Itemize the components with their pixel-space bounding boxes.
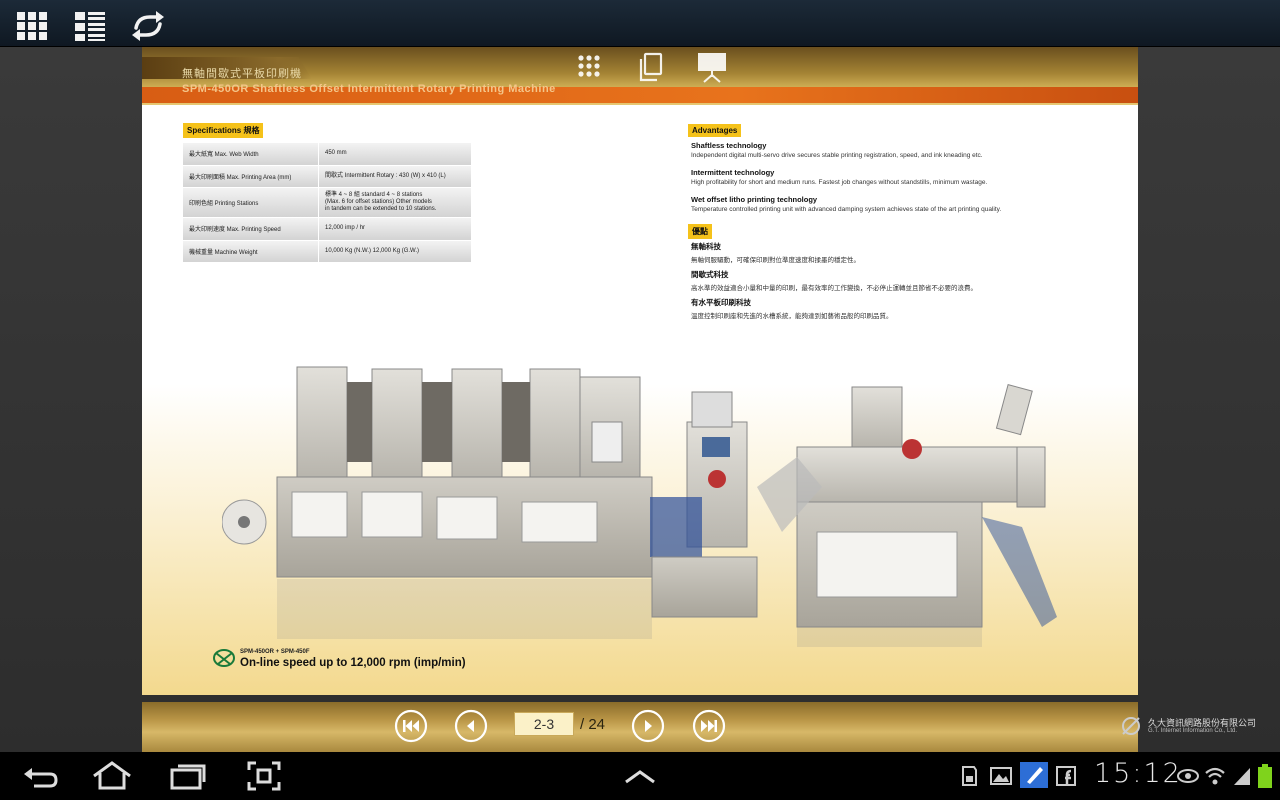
spec-key: 最大印刷速度 Max. Printing Speed xyxy=(183,218,319,240)
battery-icon xyxy=(1258,764,1272,788)
advantage-zh-desc: 無軸伺服驅動，可確保印刷對位準度速度和揉墨的穩定性。 xyxy=(691,257,860,264)
edit-notification-icon xyxy=(1020,762,1048,788)
screenshot-icon[interactable] xyxy=(246,760,282,792)
header-title-en: SPM-450OR Shaftless Offset Intermittent … xyxy=(182,83,556,95)
screen: 無軸間歇式平板印刷機 SPM-450OR Shaftless Offset In… xyxy=(0,0,1280,800)
spec-row: 最大印刷面積 Max. Printing Area (mm) 間歇式 Inter… xyxy=(183,165,471,189)
spec-value: 10,000 Kg (N.W.) 12,000 Kg (G.W.) xyxy=(325,248,420,255)
spec-key: 最大紙寬 Max. Web Width xyxy=(183,143,319,165)
recycle-logo-icon xyxy=(213,649,235,667)
advantage-heading: Shaftless technology xyxy=(691,141,767,150)
spec-row: 最大印刷速度 Max. Printing Speed 12,000 imp / … xyxy=(183,218,471,241)
spec-value: 標準 4 ~ 8 組 standard 4 ~ 8 stations (Max.… xyxy=(325,192,437,213)
printing-machine-image xyxy=(222,366,1057,647)
page-navigation-bar: 2-3 / 24 xyxy=(142,702,1138,752)
catalog-page: 無軸間歇式平板印刷機 SPM-450OR Shaftless Offset In… xyxy=(142,47,1138,695)
sd-card-icon xyxy=(962,766,977,786)
page-header: 無軸間歇式平板印刷機 SPM-450OR Shaftless Offset In… xyxy=(142,47,1138,105)
advantages-zh-title: 優點 xyxy=(688,224,712,239)
advantage-item: Intermittent technology High profitabili… xyxy=(691,168,1111,186)
advantage-heading: Wet offset litho printing technology xyxy=(691,195,818,204)
current-page-field[interactable]: 2-3 xyxy=(514,712,574,736)
publisher-name-en: G.T. Internet Information Co., Ltd. xyxy=(1148,728,1238,734)
spec-key: 機械重量 Machine Weight xyxy=(183,240,319,263)
advantage-zh-item: 間歇式科技 高水準的效益適合小量和中量的印刷，最有效率的工作變換，不必停止運轉並… xyxy=(691,269,1111,292)
publisher-logo-icon xyxy=(1122,717,1140,735)
status-clock: 15:12 xyxy=(1094,758,1182,789)
advantage-zh-heading: 有水平板印刷科技 xyxy=(691,298,751,307)
pages-icon[interactable] xyxy=(635,51,669,83)
advantage-desc: Temperature controlled printing unit wit… xyxy=(691,206,1002,213)
header-title-zh: 無軸間歇式平板印刷機 xyxy=(182,68,302,80)
recent-apps-icon[interactable] xyxy=(168,760,208,792)
next-page-icon[interactable] xyxy=(631,709,665,743)
spec-table: 最大紙寬 Max. Web Width 450 mm 最大印刷面積 Max. P… xyxy=(183,143,471,264)
spec-value: 12,000 imp / hr xyxy=(325,225,366,232)
swap-arrows-icon[interactable] xyxy=(130,8,166,44)
app-top-bar xyxy=(0,0,1280,47)
advantage-item: Shaftless technology Independent digital… xyxy=(691,141,1111,159)
back-icon[interactable] xyxy=(20,760,60,792)
list-view-icon[interactable] xyxy=(72,8,108,44)
signal-icon xyxy=(1234,768,1250,785)
total-pages: / 24 xyxy=(580,716,606,733)
spec-row: 印刷色組 Printing Stations 標準 4 ~ 8 組 standa… xyxy=(183,188,471,219)
grid-view-icon[interactable] xyxy=(14,8,50,44)
first-page-icon[interactable] xyxy=(394,709,428,743)
spec-value: 450 mm xyxy=(325,150,347,157)
advantage-zh-desc: 高水準的效益適合小量和中量的印刷，最有效率的工作變換，不必停止運轉並且節省不必要… xyxy=(691,285,977,292)
advantage-zh-heading: 無軸科技 xyxy=(691,242,721,251)
advantage-zh-item: 無軸科技 無軸伺服驅動，可確保印刷對位準度速度和揉墨的穩定性。 xyxy=(691,241,1111,264)
last-page-icon[interactable] xyxy=(692,709,726,743)
wifi-icon xyxy=(1205,767,1225,785)
advantage-desc: Independent digital multi-servo drive se… xyxy=(691,152,983,159)
gallery-icon xyxy=(990,767,1012,785)
spec-section-title: Specifications 規格 xyxy=(183,123,264,138)
advantage-zh-heading: 間歇式科技 xyxy=(691,270,729,279)
chevron-up-icon[interactable] xyxy=(622,760,658,792)
spec-key: 印刷色組 Printing Stations xyxy=(183,188,319,218)
facebook-icon xyxy=(1056,766,1076,786)
caption-model: SPM-450OR + SPM-450F xyxy=(240,649,310,655)
eye-icon xyxy=(1177,769,1199,783)
publisher-brand: 久大資訊網路股份有限公司 G.T. Internet Information C… xyxy=(1120,712,1280,742)
spec-row: 最大紙寬 Max. Web Width 450 mm xyxy=(183,143,471,166)
system-navigation-bar: 15:12 xyxy=(0,752,1280,800)
slideshow-icon[interactable] xyxy=(695,51,729,83)
spec-key: 最大印刷面積 Max. Printing Area (mm) xyxy=(183,165,319,188)
advantage-zh-desc: 溫度控制印刷座和先進的水槽系統，能夠達到如藝術品般的印刷品質。 xyxy=(691,313,893,320)
home-icon[interactable] xyxy=(90,760,134,792)
advantage-zh-item: 有水平板印刷科技 溫度控制印刷座和先進的水槽系統，能夠達到如藝術品般的印刷品質。 xyxy=(691,297,1111,320)
caption-speed: On-line speed up to 12,000 rpm (imp/min) xyxy=(240,657,466,669)
advantages-section-title: Advantages xyxy=(688,124,742,137)
advantage-item: Wet offset litho printing technology Tem… xyxy=(691,195,1111,213)
spec-value: 間歇式 Intermittent Rotary : 430 (W) x 410 … xyxy=(325,172,446,179)
previous-page-icon[interactable] xyxy=(454,709,488,743)
advantage-heading: Intermittent technology xyxy=(691,168,775,177)
advantage-desc: High profitability for short and medium … xyxy=(691,179,988,186)
spec-row: 機械重量 Machine Weight 10,000 Kg (N.W.) 12,… xyxy=(183,240,471,264)
thumbnails-icon[interactable] xyxy=(574,51,608,83)
